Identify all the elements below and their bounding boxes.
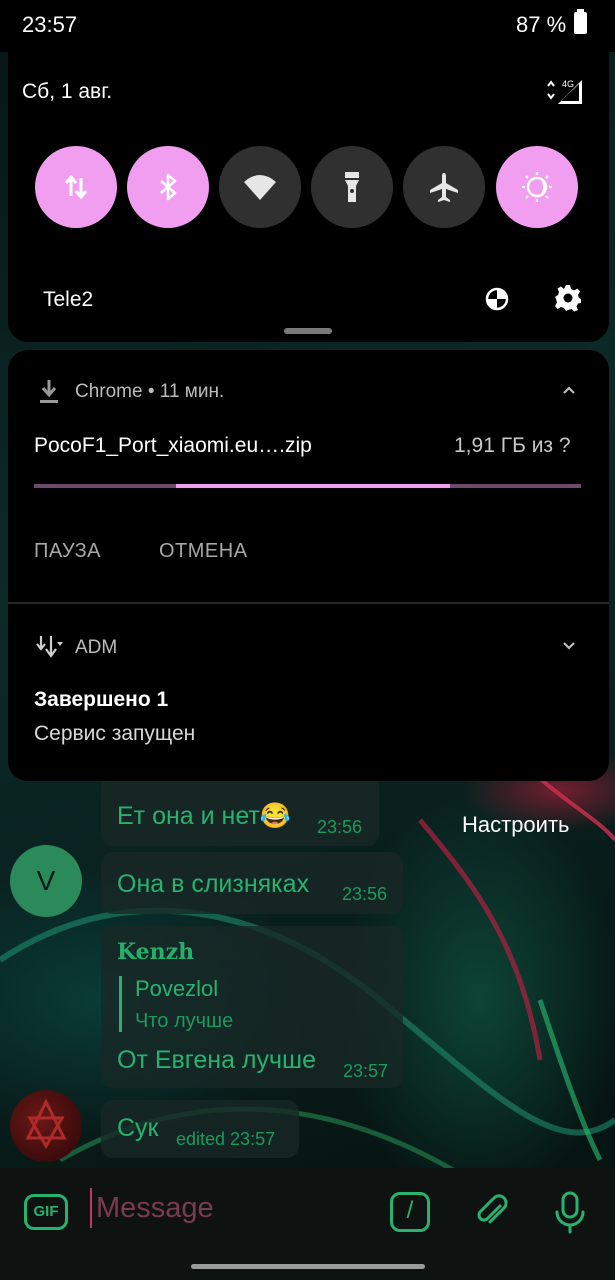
notification-app-name: ADM — [75, 637, 118, 658]
airplane-icon — [430, 173, 458, 202]
customize-button[interactable]: Настроить — [462, 812, 570, 838]
reply-name: Povezlol — [135, 976, 219, 1001]
message-input[interactable]: Message — [90, 1188, 356, 1228]
home-indicator[interactable] — [191, 1264, 425, 1269]
night-light-icon — [522, 172, 552, 202]
message-text: От Евгена лучше — [117, 1046, 316, 1074]
settings-gear-icon[interactable] — [554, 284, 582, 312]
cancel-button[interactable]: ОТМЕНА — [159, 540, 248, 563]
avatar-emblem-icon — [25, 1098, 67, 1150]
message-time: 23:56 — [342, 884, 388, 904]
avatar[interactable]: V — [10, 845, 82, 917]
flashlight-tile[interactable] — [311, 146, 393, 228]
reply-bar — [119, 976, 122, 1032]
data-arrows-icon — [64, 174, 88, 200]
notification-app-name: Chrome • 11 мин. — [75, 381, 225, 402]
reply-text: Что лучше — [135, 1010, 234, 1032]
chevron-up-icon[interactable] — [561, 384, 577, 396]
message-text: Она в слизняках — [117, 870, 310, 898]
chrome-download-notification[interactable]: Chrome • 11 мин. PocoF1_Port_xiaomi.eu….… — [8, 350, 609, 602]
bot-command-button[interactable]: / — [390, 1192, 430, 1232]
message-text: Сук — [117, 1114, 159, 1142]
wifi-tile[interactable] — [219, 146, 301, 228]
download-filename: PocoF1_Port_xiaomi.eu….zip — [34, 434, 312, 457]
battery-percent: 87 % — [516, 12, 567, 37]
chat-message[interactable]: Сук edited 23:57 — [101, 1100, 299, 1158]
network-type-label: 4G — [562, 79, 574, 89]
mobile-data-tile[interactable] — [35, 146, 117, 228]
bluetooth-icon — [160, 173, 177, 201]
quick-settings-panel: Сб, 1 авг. 4G Tele2 — [8, 52, 609, 342]
gif-button[interactable]: GIF — [24, 1194, 68, 1230]
status-bar: 23:57 87 % — [0, 0, 615, 52]
airplane-mode-tile[interactable] — [403, 146, 485, 228]
chevron-down-icon[interactable] — [561, 640, 577, 652]
wifi-icon — [244, 175, 276, 200]
battery-icon — [574, 9, 587, 34]
adm-notification[interactable]: ADM Завершено 1 Сервис запущен — [8, 604, 609, 781]
notification-title: Завершено 1 — [34, 688, 169, 711]
paperclip-icon[interactable] — [472, 1192, 512, 1232]
carrier-name: Tele2 — [43, 288, 94, 311]
adm-download-icon — [36, 636, 63, 658]
download-progress-bar — [34, 484, 581, 488]
clock: 23:57 — [22, 12, 78, 37]
signal-4g-icon: 4G — [547, 79, 582, 104]
message-time: 23:56 — [317, 817, 363, 837]
notification-text: Сервис запущен — [34, 722, 196, 745]
microphone-icon[interactable] — [552, 1190, 588, 1234]
pause-button[interactable]: ПАУЗА — [34, 540, 101, 563]
message-text: Ет она и нет😂 — [117, 802, 291, 830]
flashlight-icon — [345, 172, 359, 202]
sender-name: Kenzh — [117, 939, 195, 965]
download-progress-fill — [176, 484, 450, 488]
chat-message[interactable]: Kenzh Povezlol Что лучше От Евгена лучше… — [101, 926, 403, 1088]
night-light-tile[interactable] — [496, 146, 578, 228]
drag-handle[interactable] — [284, 328, 332, 334]
avatar[interactable] — [10, 1090, 82, 1162]
message-time: 23:57 — [343, 1061, 389, 1081]
download-icon — [40, 380, 58, 403]
download-progress-text: 1,91 ГБ из ? — [454, 434, 571, 457]
message-time: edited 23:57 — [176, 1129, 276, 1149]
chat-message[interactable]: Она в слизняках 23:56 — [101, 852, 403, 914]
bluetooth-tile[interactable] — [127, 146, 209, 228]
date-label[interactable]: Сб, 1 авг. — [22, 80, 112, 104]
data-saver-icon[interactable] — [484, 286, 510, 312]
